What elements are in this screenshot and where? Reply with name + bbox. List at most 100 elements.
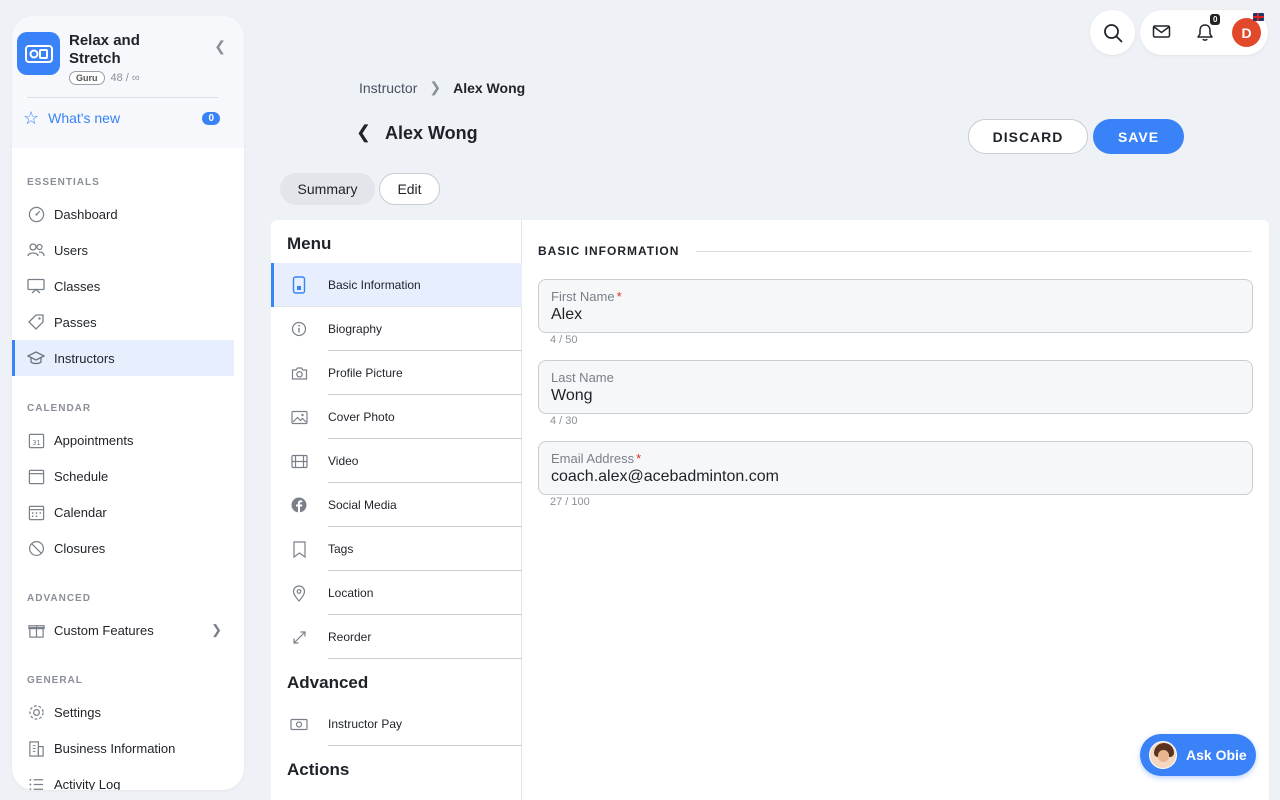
required-marker: * bbox=[636, 451, 642, 466]
whats-new-label: What's new bbox=[48, 110, 121, 126]
sidebar-heading: ADVANCED bbox=[27, 593, 91, 604]
location-pin-icon bbox=[290, 584, 308, 602]
first-name-field[interactable]: First Name * Alex bbox=[538, 279, 1253, 333]
sidebar-item-label: Users bbox=[54, 242, 88, 258]
brand-logo-icon bbox=[17, 32, 60, 75]
menu-item-label: Location bbox=[328, 586, 374, 600]
menu-item-label: Biography bbox=[328, 322, 383, 336]
field-label: First Name * bbox=[551, 289, 622, 304]
sidebar-item-custom-features[interactable]: Custom Features ❯ bbox=[12, 612, 234, 648]
sidebar-section-calendar: CALENDAR 31 Appointments Schedule Calend… bbox=[12, 403, 244, 566]
image-icon bbox=[290, 408, 308, 426]
sidebar-item-label: Calendar bbox=[54, 504, 107, 520]
field-label: Last Name bbox=[551, 370, 614, 385]
sidebar-item-label: Business Information bbox=[54, 740, 176, 756]
menu-item-label: Instructor Pay bbox=[328, 717, 403, 731]
app-name: Relax and Stretch bbox=[69, 32, 140, 67]
list-icon bbox=[27, 775, 45, 790]
breadcrumb-parent-link[interactable]: Instructor bbox=[359, 80, 417, 96]
classes-icon bbox=[27, 277, 45, 295]
sidebar-item-label: Custom Features bbox=[54, 622, 154, 638]
user-avatar[interactable]: D bbox=[1232, 18, 1261, 47]
prohibited-icon bbox=[27, 539, 45, 557]
email-counter: 27 / 100 bbox=[550, 496, 590, 508]
breadcrumb-current: Alex Wong bbox=[453, 79, 526, 96]
menu-item-label: Profile Picture bbox=[328, 366, 403, 380]
users-icon bbox=[27, 241, 45, 259]
menu-item-tags[interactable]: Tags bbox=[271, 527, 522, 571]
collapse-sidebar-icon[interactable]: ❮ bbox=[214, 38, 226, 55]
last-name-field[interactable]: Last Name Wong bbox=[538, 360, 1253, 414]
svg-text:31: 31 bbox=[32, 439, 40, 447]
whats-new-badge: 0 bbox=[202, 111, 220, 125]
search-icon bbox=[1103, 23, 1122, 42]
camera-icon bbox=[290, 364, 308, 382]
sidebar-item-instructors[interactable]: Instructors bbox=[12, 340, 234, 376]
menu-item-video[interactable]: Video bbox=[271, 439, 522, 483]
sidebar-item-label: Activity Log bbox=[54, 776, 121, 791]
sidebar-item-users[interactable]: Users bbox=[12, 232, 234, 268]
back-arrow-icon[interactable]: ❮ bbox=[356, 122, 371, 143]
sidebar-item-closures[interactable]: Closures bbox=[12, 530, 234, 566]
ask-obie-button[interactable]: Ask Obie bbox=[1140, 734, 1256, 776]
sidebar-item-appointments[interactable]: 31 Appointments bbox=[12, 422, 234, 458]
star-icon: ☆ bbox=[23, 108, 40, 128]
info-icon bbox=[290, 320, 308, 338]
sidebar-section-essentials: ESSENTIALS Dashboard Users Classes Passe… bbox=[12, 177, 244, 376]
sidebar-item-schedule[interactable]: Schedule bbox=[12, 458, 234, 494]
menu-item-instructor-pay[interactable]: Instructor Pay bbox=[271, 702, 522, 746]
sidebar-item-settings[interactable]: Settings bbox=[12, 694, 234, 730]
advanced-heading: Advanced bbox=[287, 673, 369, 692]
last-name-value: Wong bbox=[551, 387, 593, 404]
search-button[interactable] bbox=[1090, 10, 1135, 55]
sidebar-item-activity-log[interactable]: Activity Log bbox=[12, 766, 234, 790]
mail-icon[interactable] bbox=[1152, 23, 1171, 45]
email-value: coach.alex@acebadminton.com bbox=[551, 468, 779, 485]
save-button[interactable]: SAVE bbox=[1093, 119, 1184, 154]
sidebar-section-advanced: ADVANCED Custom Features ❯ bbox=[12, 593, 244, 648]
menu-item-cover-photo[interactable]: Cover Photo bbox=[271, 395, 522, 439]
menu-heading: Menu bbox=[287, 234, 332, 253]
bookmark-icon bbox=[290, 540, 308, 558]
gift-icon bbox=[27, 621, 45, 639]
uk-flag-icon[interactable] bbox=[1253, 13, 1264, 21]
calendar-31-icon: 31 bbox=[27, 431, 45, 449]
sidebar-item-business-information[interactable]: Business Information bbox=[12, 730, 234, 766]
sidebar-item-label: Passes bbox=[54, 314, 97, 330]
breadcrumb: Instructor ❯ Alex Wong bbox=[359, 79, 525, 96]
whats-new-link[interactable]: ☆ What's new 0 bbox=[17, 98, 228, 128]
notification-badge: 0 bbox=[1210, 14, 1221, 25]
brand[interactable]: Relax and Stretch Guru 48 / ∞ ❮ bbox=[17, 32, 228, 85]
tab-summary[interactable]: Summary bbox=[280, 173, 375, 205]
sidebar-item-label: Schedule bbox=[54, 468, 109, 484]
tier-badge: Guru bbox=[69, 71, 105, 85]
phone-icon bbox=[290, 276, 308, 294]
bell-icon[interactable] bbox=[1196, 23, 1214, 47]
film-icon bbox=[290, 452, 308, 470]
sidebar-item-classes[interactable]: Classes bbox=[12, 268, 234, 304]
money-icon bbox=[290, 715, 308, 733]
email-field[interactable]: Email Address * coach.alex@acebadminton.c… bbox=[538, 441, 1253, 495]
sidebar-heading: ESSENTIALS bbox=[27, 177, 100, 188]
menu-item-location[interactable]: Location bbox=[271, 571, 522, 615]
sidebar-item-passes[interactable]: Passes bbox=[12, 304, 234, 340]
sidebar-header: Relax and Stretch Guru 48 / ∞ ❮ ☆ What's… bbox=[12, 16, 244, 148]
menu-item-label: Cover Photo bbox=[328, 410, 395, 424]
menu-item-label: Basic Information bbox=[328, 278, 421, 292]
menu-item-label: Tags bbox=[328, 542, 354, 556]
menu-item-label: Social Media bbox=[328, 498, 397, 512]
tab-edit[interactable]: Edit bbox=[379, 173, 440, 205]
discard-button[interactable]: DISCARD bbox=[968, 119, 1088, 154]
chevron-right-icon: ❯ bbox=[211, 622, 222, 637]
sidebar-item-label: Closures bbox=[54, 540, 106, 556]
menu-item-profile-picture[interactable]: Profile Picture bbox=[271, 351, 522, 395]
menu-item-biography[interactable]: Biography bbox=[271, 307, 522, 351]
menu-item-basic-information[interactable]: Basic Information bbox=[271, 263, 522, 307]
sidebar-heading: CALENDAR bbox=[27, 403, 92, 414]
expand-arrows-icon bbox=[290, 628, 308, 646]
menu-item-reorder[interactable]: Reorder bbox=[271, 615, 522, 659]
menu-item-social-media[interactable]: Social Media bbox=[271, 483, 522, 527]
sidebar-item-calendar[interactable]: Calendar bbox=[12, 494, 234, 530]
sidebar-item-dashboard[interactable]: Dashboard bbox=[12, 196, 234, 232]
section-divider bbox=[696, 251, 1252, 252]
